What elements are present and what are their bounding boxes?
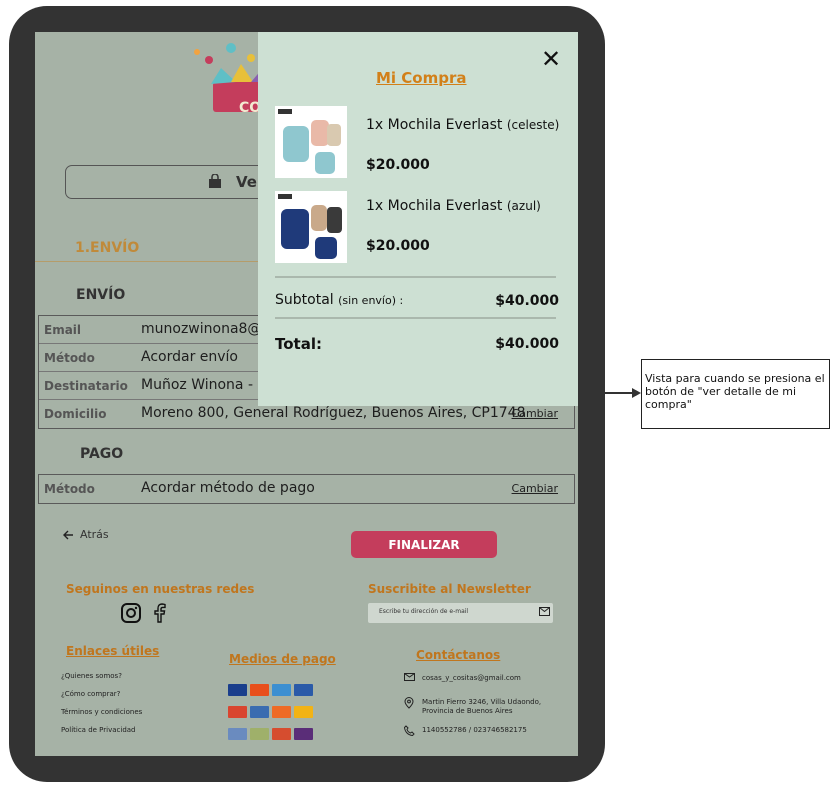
- payment-card: [250, 706, 269, 718]
- cart-item-name: 1x Mochila Everlast (celeste): [366, 117, 559, 133]
- payment-card: [250, 728, 269, 740]
- cart-title: Mi Compra: [376, 69, 467, 87]
- newsletter-placeholder: Escribe tu dirección de e-mail: [379, 608, 469, 615]
- payment-card: [228, 706, 247, 718]
- mail-icon[interactable]: [539, 607, 550, 616]
- payment-card: [250, 684, 269, 696]
- row-value: Muñoz Winona - D: [141, 377, 269, 393]
- row-value: munozwinona8@g: [141, 321, 271, 337]
- facebook-icon[interactable]: [152, 603, 166, 623]
- cart-item-name: 1x Mochila Everlast (azul): [366, 198, 541, 214]
- location-icon: [404, 697, 414, 709]
- item-variant: (azul): [506, 199, 541, 213]
- pago-table: Método Acordar método de pago Cambiar: [38, 474, 575, 504]
- row-value: Acordar método de pago: [141, 480, 315, 496]
- annotation-arrow: [604, 388, 641, 398]
- cart-detail-panel: ✕ Mi Compra 1x Mochila Everlast (celeste…: [258, 32, 578, 406]
- link-como-comprar[interactable]: ¿Cómo comprar?: [61, 690, 142, 708]
- row-label: Destinatario: [44, 379, 128, 393]
- cart-divider: [275, 276, 556, 278]
- payment-card: [228, 684, 247, 696]
- cambiar-pago-link[interactable]: Cambiar: [512, 482, 558, 495]
- subtotal-value: $40.000: [495, 293, 559, 309]
- instagram-icon[interactable]: [121, 603, 141, 623]
- subtotal-label-text: Subtotal: [275, 292, 334, 308]
- step-envio: 1.ENVÍO: [75, 240, 140, 256]
- links-title: Enlaces útiles: [66, 644, 160, 658]
- payment-card: [272, 684, 291, 696]
- link-terminos[interactable]: Términos y condiciones: [61, 708, 142, 726]
- payment-methods: [228, 684, 324, 750]
- contact-title: Contáctanos: [416, 648, 501, 662]
- useful-links: ¿Quienes somos? ¿Cómo comprar? Términos …: [61, 672, 142, 744]
- item-name-text: 1x Mochila Everlast: [366, 117, 503, 133]
- newsletter-title: Suscribite al Newsletter: [368, 582, 531, 596]
- item-variant: (celeste): [506, 118, 560, 132]
- payment-card: [294, 706, 313, 718]
- row-value: Acordar envío: [141, 349, 239, 365]
- pago-row-metodo: Método Acordar método de pago Cambiar: [39, 475, 574, 503]
- arrow-left-icon: [63, 530, 73, 540]
- item-name-text: 1x Mochila Everlast: [366, 198, 503, 214]
- atras-link[interactable]: Atrás: [63, 528, 109, 541]
- atras-label: Atrás: [80, 528, 109, 541]
- newsletter-input[interactable]: Escribe tu dirección de e-mail: [368, 603, 553, 623]
- pago-title: PAGO: [80, 446, 124, 462]
- payment-card: [294, 728, 313, 740]
- payment-card: [294, 684, 313, 696]
- payment-title: Medios de pago: [229, 652, 336, 666]
- row-value: Moreno 800, General Rodríguez, Buenos Ai…: [141, 405, 526, 421]
- payment-card: [272, 706, 291, 718]
- phone-icon: [404, 725, 415, 736]
- row-label: Método: [44, 351, 95, 365]
- bag-icon: [209, 174, 221, 188]
- link-quienes-somos[interactable]: ¿Quienes somos?: [61, 672, 142, 690]
- total-label: Total:: [275, 335, 322, 353]
- subtotal-label: Subtotal (sin envío) :: [275, 292, 403, 308]
- contact-email-text: cosas_y_cositas@gmail.com: [422, 674, 521, 682]
- product-image-celeste: [275, 106, 347, 178]
- row-label: Domicilio: [44, 407, 107, 421]
- contact-address-text: Martin Fierro 3246, Villa Udaondo, Provi…: [422, 698, 542, 715]
- link-privacidad[interactable]: Política de Privacidad: [61, 726, 142, 744]
- cart-item-price: $20.000: [366, 238, 430, 254]
- mail-icon: [404, 673, 415, 681]
- total-value: $40.000: [495, 336, 559, 352]
- cambiar-domicilio-link[interactable]: Cambiar: [512, 407, 558, 420]
- row-label: Email: [44, 323, 82, 337]
- contact-phone-text: 1140552786 / 023746582175: [422, 726, 527, 734]
- finalizar-button[interactable]: FINALIZAR: [351, 531, 497, 558]
- row-label: Método: [44, 482, 95, 496]
- annotation-note: Vista para cuando se presiona el botón d…: [641, 359, 830, 429]
- subtotal-note: (sin envío) :: [338, 294, 404, 307]
- payment-card: [228, 728, 247, 740]
- social-title: Seguinos en nuestras redes: [66, 582, 255, 596]
- payment-card: [272, 728, 291, 740]
- product-image-azul: [275, 191, 347, 263]
- cart-item-price: $20.000: [366, 157, 430, 173]
- envio-title: ENVÍO: [76, 287, 126, 303]
- social-icons: [121, 603, 172, 627]
- cart-divider: [275, 317, 556, 319]
- close-icon[interactable]: ✕: [541, 47, 561, 71]
